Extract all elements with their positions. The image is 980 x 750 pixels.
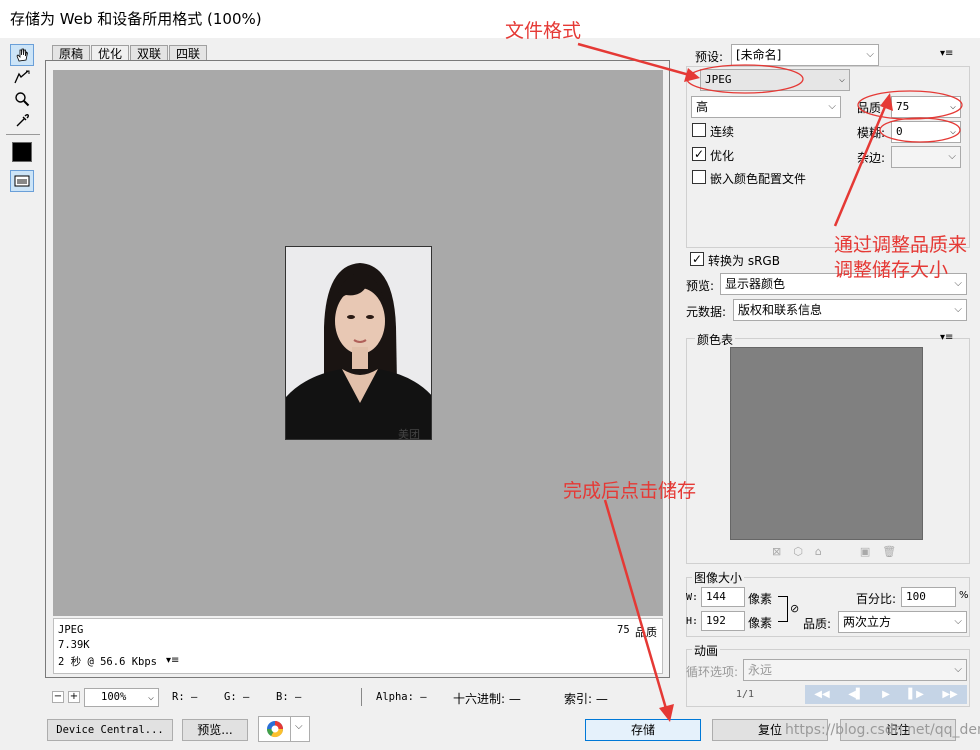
blur-highlight-ellipse xyxy=(879,117,961,143)
annotation-quality-2: 调整储存大小 xyxy=(834,259,949,281)
quality-arrow-head xyxy=(880,93,893,111)
format-highlight-ellipse xyxy=(686,64,804,94)
save-arrow xyxy=(603,499,669,713)
annotation-quality-1: 通过调整品质来 xyxy=(834,234,968,256)
annotation-save: 完成后点击储存 xyxy=(563,480,697,502)
save-arrow-head xyxy=(659,704,674,722)
annotation-file-format: 文件格式 xyxy=(505,20,582,42)
quality-arrow xyxy=(833,101,889,227)
annotation-overlay xyxy=(577,42,963,722)
format-arrow-head xyxy=(684,68,700,82)
format-arrow xyxy=(577,42,694,78)
quality-highlight-ellipse xyxy=(857,90,963,120)
